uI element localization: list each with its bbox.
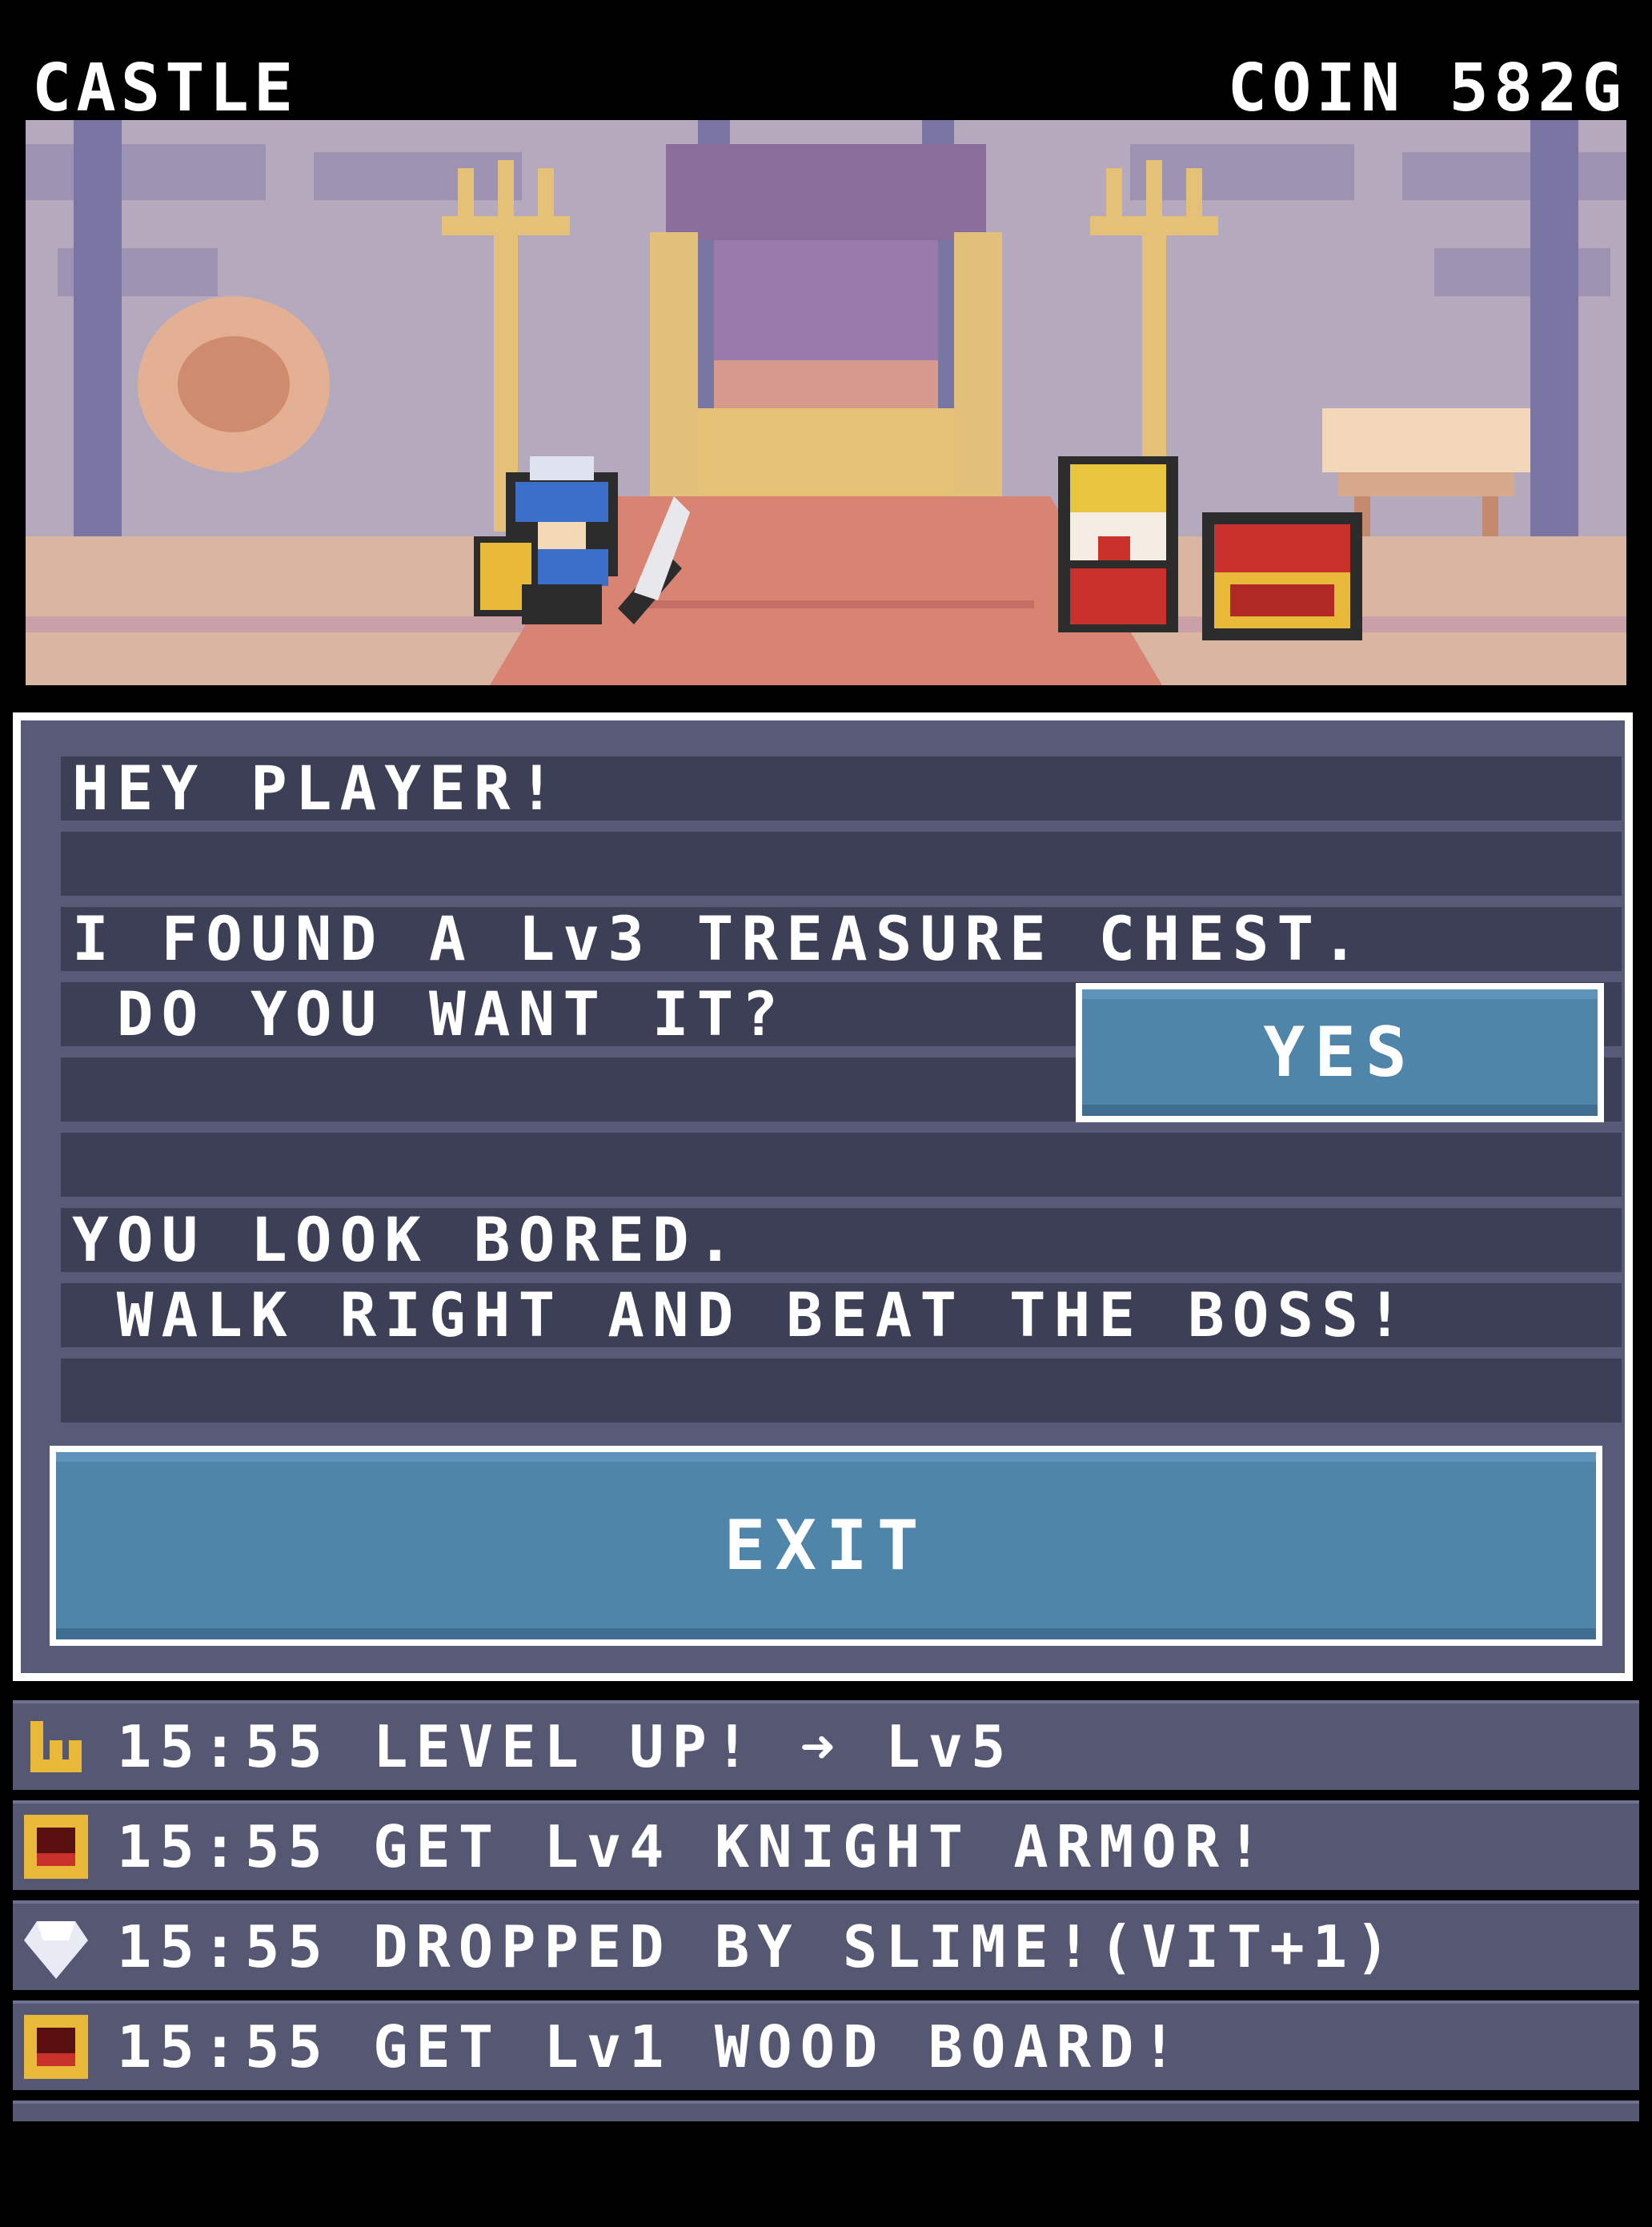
dialog-line: WALK RIGHT AND BEAT THE BOSS! bbox=[61, 1283, 1622, 1347]
log-entry: 15:55 LEVEL UP! ➜ Lv5 bbox=[13, 1700, 1639, 1790]
level-up-icon bbox=[30, 1721, 82, 1772]
dialog-line bbox=[61, 832, 1622, 896]
exit-button[interactable]: EXIT bbox=[50, 1446, 1602, 1646]
exit-button-label: EXIT bbox=[724, 1506, 928, 1586]
dialog-line: I FOUND A Lv3 TREASURE CHEST. bbox=[61, 907, 1622, 971]
log-text: 15:55 DROPPED BY SLIME!(VIT+1) bbox=[117, 1913, 1398, 1980]
location-label: CASTLE bbox=[32, 50, 299, 126]
castle-scene bbox=[26, 120, 1626, 685]
bottom-fade bbox=[0, 2121, 1652, 2227]
dialog-line: YOU LOOK BORED. bbox=[61, 1208, 1622, 1272]
gem-icon bbox=[24, 1921, 88, 1979]
log-text: 15:55 GET Lv4 KNIGHT ARMOR! bbox=[117, 1813, 1270, 1880]
dialog-line bbox=[61, 1133, 1622, 1197]
throne-room-illustration bbox=[26, 120, 1626, 685]
log-entry: 15:55 GET Lv1 WOOD BOARD! bbox=[13, 2000, 1639, 2090]
treasure-chest-icon bbox=[24, 2015, 88, 2079]
dialog-line: HEY PLAYER! bbox=[61, 756, 1622, 821]
log-text: 15:55 LEVEL UP! ➜ Lv5 bbox=[117, 1713, 1014, 1780]
treasure-chest-icon bbox=[24, 1815, 88, 1879]
log-entry: 15:55 GET Lv4 KNIGHT ARMOR! bbox=[13, 1800, 1639, 1890]
yes-button[interactable]: YES bbox=[1076, 983, 1604, 1122]
coin-counter: COIN 582G bbox=[1227, 50, 1626, 126]
dialog-line bbox=[61, 1358, 1622, 1422]
log-entry: 15:55 DROPPED BY SLIME!(VIT+1) bbox=[13, 1900, 1639, 1990]
log-text: 15:55 GET Lv1 WOOD BOARD! bbox=[117, 2013, 1185, 2081]
yes-button-label: YES bbox=[1263, 1013, 1417, 1093]
